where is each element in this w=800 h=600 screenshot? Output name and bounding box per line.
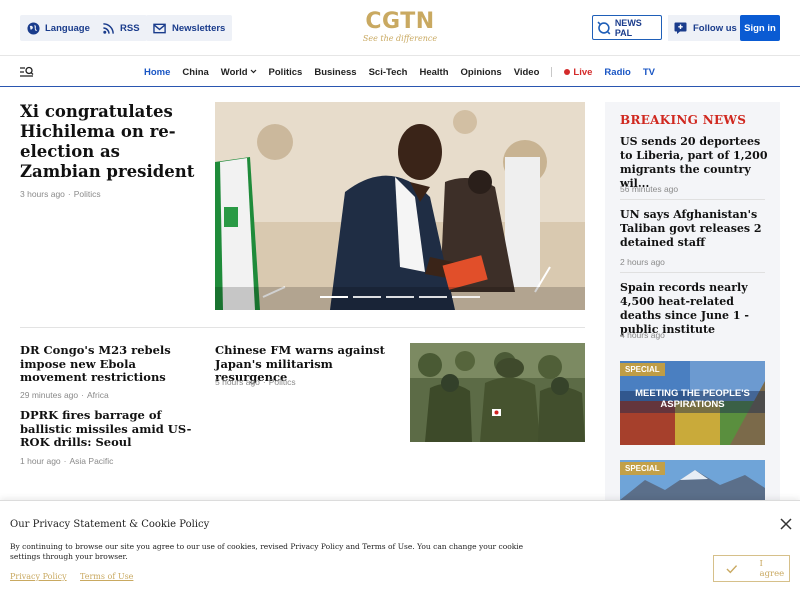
nav-item-tv[interactable]: TV [643, 67, 655, 78]
nav-item-sci-tech[interactable]: Sci-Tech [369, 67, 408, 78]
follow-us-label: Follow us [693, 22, 737, 34]
story-meta: 5 hours ago · Politics [215, 377, 296, 387]
lead-story-meta: 3 hours ago · Politics [20, 189, 101, 199]
carousel-dot[interactable] [320, 296, 348, 298]
cookie-banner: Our Privacy Statement & Cookie Policy By… [0, 500, 800, 600]
breaking-news-item[interactable]: UN says Afghanistan's Taliban govt relea… [620, 208, 768, 250]
news-pal-label: NEWS PAL [614, 17, 642, 38]
breaking-news-time: 2 hours ago [620, 257, 665, 267]
story-thumbnail[interactable] [410, 343, 585, 442]
nav-item-health[interactable]: Health [419, 67, 448, 78]
news-pal-icon [597, 21, 611, 34]
nav-item-live-label: Live [573, 66, 593, 78]
hero-photo [215, 102, 585, 310]
nav-item-video[interactable]: Video [514, 67, 540, 78]
breaking-news-time: 56 minutes ago [620, 184, 679, 194]
rss-button[interactable]: RSS [95, 15, 147, 41]
story-title[interactable]: DR Congo's M23 rebels impose new Ebola m… [20, 343, 200, 385]
story-time: 29 minutes ago [20, 390, 79, 400]
logo-text: CGTN [365, 9, 435, 34]
story-time: 5 hours ago [215, 377, 260, 387]
breaking-news-heading: BREAKING NEWS [620, 113, 747, 127]
lead-story-time: 3 hours ago [20, 189, 65, 199]
story-meta: 1 hour ago · Asia Pacific [20, 456, 114, 466]
breaking-news-divider [620, 272, 765, 273]
carousel-dot[interactable] [419, 296, 447, 298]
nav-divider [551, 67, 553, 77]
cookie-body: By continuing to browse our site you agr… [10, 542, 524, 561]
section-divider [20, 327, 585, 328]
breaking-news-time: 4 hours ago [620, 330, 665, 340]
follow-us-button[interactable]: Follow us [668, 15, 743, 41]
story-category[interactable]: Politics [269, 377, 296, 387]
nav-item-home[interactable]: Home [144, 67, 170, 78]
rss-icon [103, 22, 114, 34]
nav-item-live[interactable]: Live [564, 67, 592, 78]
nav-item-politics[interactable]: Politics [269, 67, 303, 78]
nav-links: Home China World Politics Business Sci-T… [144, 57, 667, 87]
story-title[interactable]: DPRK fires barrage of ballistic missiles… [20, 408, 195, 450]
logo-tagline: See the difference [362, 34, 438, 43]
newsletters-button[interactable]: Newsletters [146, 15, 233, 41]
live-dot-icon [564, 68, 571, 75]
nav-item-china[interactable]: China [182, 67, 208, 78]
carousel-dot[interactable] [452, 296, 480, 298]
breaking-news-item[interactable]: US sends 20 deportees to Liberia, part o… [620, 135, 768, 191]
special-card[interactable]: SPECIAL [620, 460, 765, 500]
special-caption: MEETING THE PEOPLE'S ASPIRATIONS [635, 388, 750, 410]
globe-icon [27, 21, 40, 35]
language-button[interactable]: Language [20, 15, 97, 41]
follow-icon [674, 22, 687, 34]
story-time: 1 hour ago [20, 456, 61, 466]
rss-label: RSS [120, 22, 140, 34]
story-category[interactable]: Africa [87, 390, 109, 400]
news-pal-button[interactable]: NEWS PAL [592, 15, 662, 40]
nav-item-world[interactable]: World [221, 67, 257, 78]
hero-image[interactable] [215, 102, 585, 310]
nav-item-radio[interactable]: Radio [604, 67, 630, 78]
privacy-policy-link[interactable]: Privacy Policy [10, 572, 67, 581]
special-tag: SPECIAL [620, 462, 665, 475]
language-label: Language [45, 22, 90, 34]
agree-button[interactable]: I agree [713, 555, 790, 582]
lead-story-category[interactable]: Politics [74, 189, 101, 199]
nav-item-business[interactable]: Business [314, 67, 356, 78]
newsletters-label: Newsletters [172, 22, 226, 34]
cookie-title: Our Privacy Statement & Cookie Policy [10, 519, 210, 530]
chevron-down-icon [250, 69, 256, 73]
sign-in-button[interactable]: Sign in [740, 15, 780, 41]
special-tag: SPECIAL [620, 363, 665, 376]
special-card[interactable]: SPECIAL MEETING THE PEOPLE'S ASPIRATIONS [620, 361, 765, 445]
nav-item-opinions[interactable]: Opinions [461, 67, 502, 78]
mail-icon [153, 23, 166, 33]
close-icon[interactable] [778, 516, 794, 532]
terms-of-use-link[interactable]: Terms of Use [80, 572, 133, 581]
soldiers-photo [410, 343, 585, 442]
breaking-news-item[interactable]: Spain records nearly 4,500 heat-related … [620, 281, 768, 337]
breaking-news-divider [620, 199, 765, 200]
hero-carousel-dots [320, 296, 485, 298]
story-category[interactable]: Asia Pacific [70, 456, 114, 466]
agree-label: I agree [759, 558, 785, 579]
story-meta: 29 minutes ago · Africa [20, 390, 109, 400]
carousel-dot[interactable] [386, 296, 414, 298]
main-nav-bar: Home China World Politics Business Sci-T… [0, 57, 800, 87]
carousel-dot[interactable] [353, 296, 381, 298]
nav-item-world-label: World [220, 66, 248, 78]
menu-search-icon[interactable] [20, 66, 34, 78]
checkmark-icon [726, 564, 738, 573]
top-header: Language RSS Newsletters CGTN See the di… [0, 0, 800, 56]
lead-story-title[interactable]: Xi congratulates Hichilema on re-electio… [20, 102, 200, 182]
cgtn-logo[interactable]: CGTN See the difference [360, 8, 440, 43]
